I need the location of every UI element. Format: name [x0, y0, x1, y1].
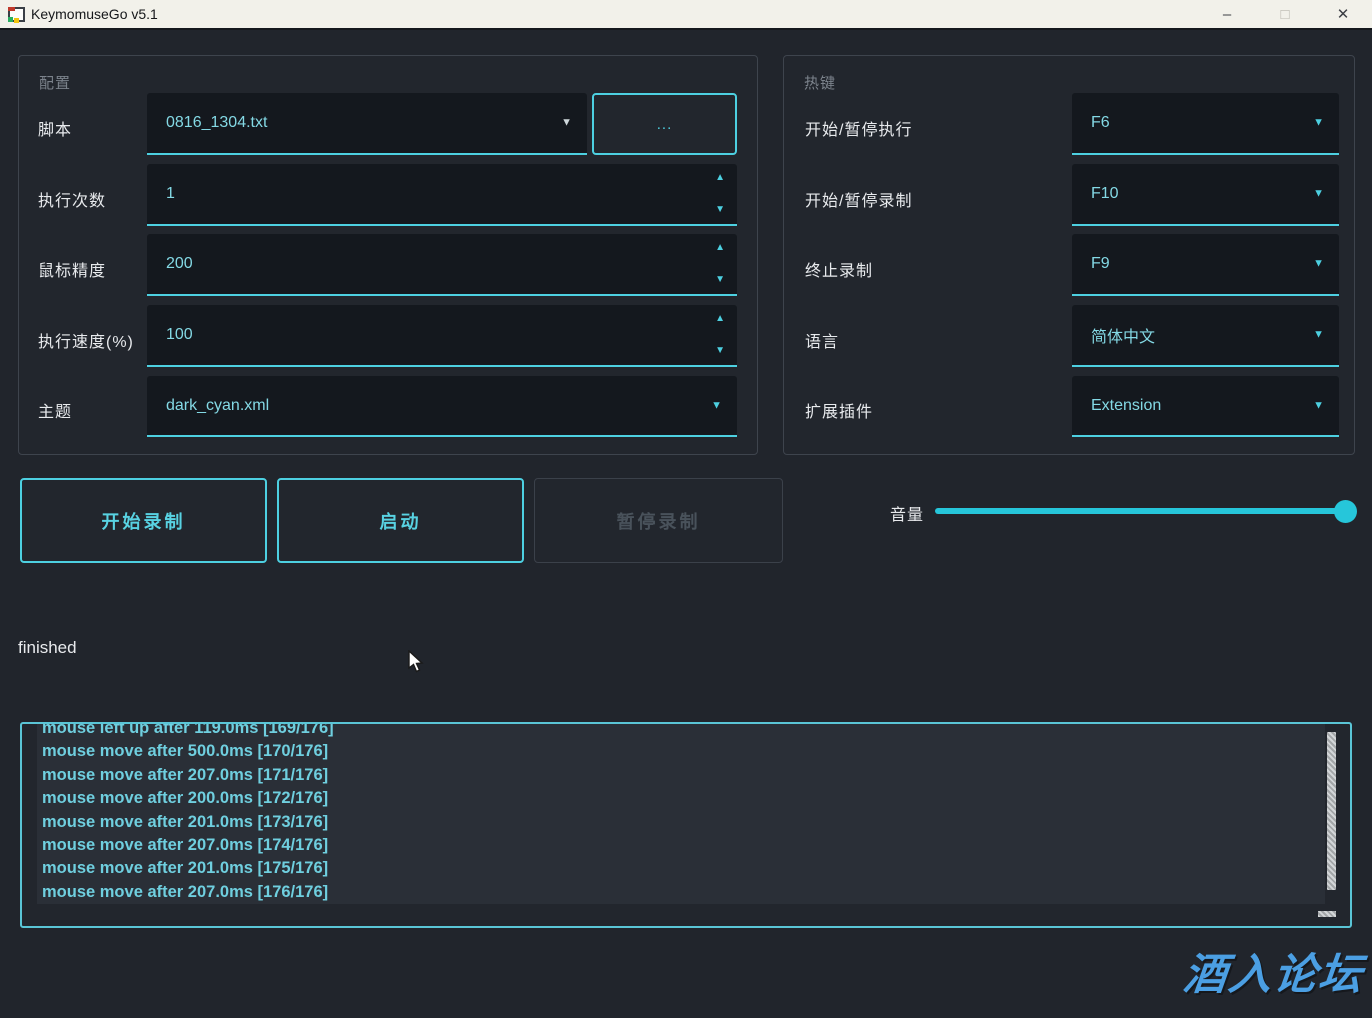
stop-record-value: F9: [1091, 255, 1110, 273]
stop-record-label: 终止录制: [805, 257, 873, 281]
theme-combobox[interactable]: dark_cyan.xml ▼: [147, 376, 737, 437]
start-pause-record-label: 开始/暂停录制: [805, 187, 912, 211]
window-title: KeymomuseGo v5.1: [31, 6, 158, 22]
log-line: mouse left up after 119.0ms [169/176]: [37, 722, 1325, 740]
minimize-button[interactable]: –: [1198, 0, 1256, 28]
theme-combobox-value: dark_cyan.xml: [166, 397, 269, 415]
log-line: mouse move after 200.0ms [172/176]: [37, 787, 1325, 810]
chevron-down-icon: ▼: [561, 118, 572, 129]
horizontal-scrollbar-thumb[interactable]: [1318, 911, 1336, 917]
app-icon: [8, 7, 25, 22]
chevron-down-icon: ▼: [711, 400, 722, 411]
spin-up-icon[interactable]: ▲: [715, 314, 725, 324]
mouse-cursor-icon: [408, 650, 426, 679]
script-combobox[interactable]: 0816_1304.txt ▼: [147, 93, 587, 155]
browse-script-button[interactable]: ...: [592, 93, 737, 155]
mouse-precision-value: 200: [166, 255, 193, 273]
chevron-down-icon: ▼: [1313, 118, 1324, 129]
language-label: 语言: [805, 328, 839, 352]
status-text: finished: [18, 638, 77, 658]
vertical-scrollbar-thumb[interactable]: [1327, 732, 1336, 890]
start-pause-record-value: F10: [1091, 185, 1119, 203]
start-record-button[interactable]: 开始录制: [20, 478, 267, 563]
run-speed-label: 执行速度(%): [38, 328, 134, 352]
theme-label: 主题: [38, 398, 72, 422]
window-controls: – □ ✕: [1198, 0, 1372, 28]
volume-slider-handle[interactable]: [1334, 500, 1357, 523]
log-line: mouse move after 500.0ms [170/176]: [37, 740, 1325, 763]
start-pause-run-value: F6: [1091, 114, 1110, 132]
run-count-spinbox[interactable]: 1 ▲ ▼: [147, 164, 737, 226]
language-combobox[interactable]: 简体中文 ▼: [1072, 305, 1339, 367]
spin-up-icon[interactable]: ▲: [715, 243, 725, 253]
log-panel[interactable]: mouse left up after 119.0ms [169/176] mo…: [20, 722, 1352, 928]
extension-label: 扩展插件: [805, 398, 873, 422]
launch-button[interactable]: 启动: [277, 478, 524, 563]
log-line: mouse move after 201.0ms [173/176]: [37, 811, 1325, 834]
start-pause-record-combobox[interactable]: F10 ▼: [1072, 164, 1339, 226]
chevron-down-icon: ▼: [1313, 259, 1324, 270]
spin-up-icon[interactable]: ▲: [715, 173, 725, 183]
log-line: mouse move after 201.0ms [175/176]: [37, 857, 1325, 880]
chevron-down-icon: ▼: [1313, 400, 1324, 411]
watermark-text: 酒入论坛: [1181, 940, 1368, 1002]
spin-down-icon[interactable]: ▼: [715, 205, 725, 215]
run-speed-spinbox[interactable]: 100 ▲ ▼: [147, 305, 737, 367]
volume-label: 音量: [890, 501, 924, 525]
spin-down-icon[interactable]: ▼: [715, 275, 725, 285]
script-label: 脚本: [38, 116, 72, 140]
pause-record-button: 暂停录制: [534, 478, 783, 563]
mouse-precision-label: 鼠标精度: [38, 257, 106, 281]
volume-slider-track[interactable]: [935, 508, 1345, 514]
log-line: mouse move after 207.0ms [171/176]: [37, 764, 1325, 787]
chevron-down-icon: ▼: [1313, 189, 1324, 200]
hotkeys-group-title: 热键: [804, 72, 836, 93]
mouse-precision-spinbox[interactable]: 200 ▲ ▼: [147, 234, 737, 296]
log-list: mouse left up after 119.0ms [169/176] mo…: [37, 722, 1325, 904]
stop-record-combobox[interactable]: F9 ▼: [1072, 234, 1339, 296]
script-combobox-value: 0816_1304.txt: [166, 114, 267, 132]
log-line: mouse move after 207.0ms [174/176]: [37, 834, 1325, 857]
extension-combobox[interactable]: Extension ▼: [1072, 376, 1339, 437]
start-pause-run-label: 开始/暂停执行: [805, 116, 912, 140]
log-line: mouse move after 207.0ms [176/176]: [37, 881, 1325, 904]
language-combobox-value: 简体中文: [1091, 323, 1155, 347]
start-pause-run-combobox[interactable]: F6 ▼: [1072, 93, 1339, 155]
maximize-button[interactable]: □: [1256, 0, 1314, 28]
titlebar: KeymomuseGo v5.1 – □ ✕: [0, 0, 1372, 30]
spin-down-icon[interactable]: ▼: [715, 346, 725, 356]
close-button[interactable]: ✕: [1314, 0, 1372, 28]
run-speed-value: 100: [166, 326, 193, 344]
run-count-value: 1: [166, 185, 175, 203]
extension-combobox-value: Extension: [1091, 397, 1161, 415]
config-group-title: 配置: [39, 72, 71, 93]
chevron-down-icon: ▼: [1313, 330, 1324, 341]
run-count-label: 执行次数: [38, 187, 106, 211]
